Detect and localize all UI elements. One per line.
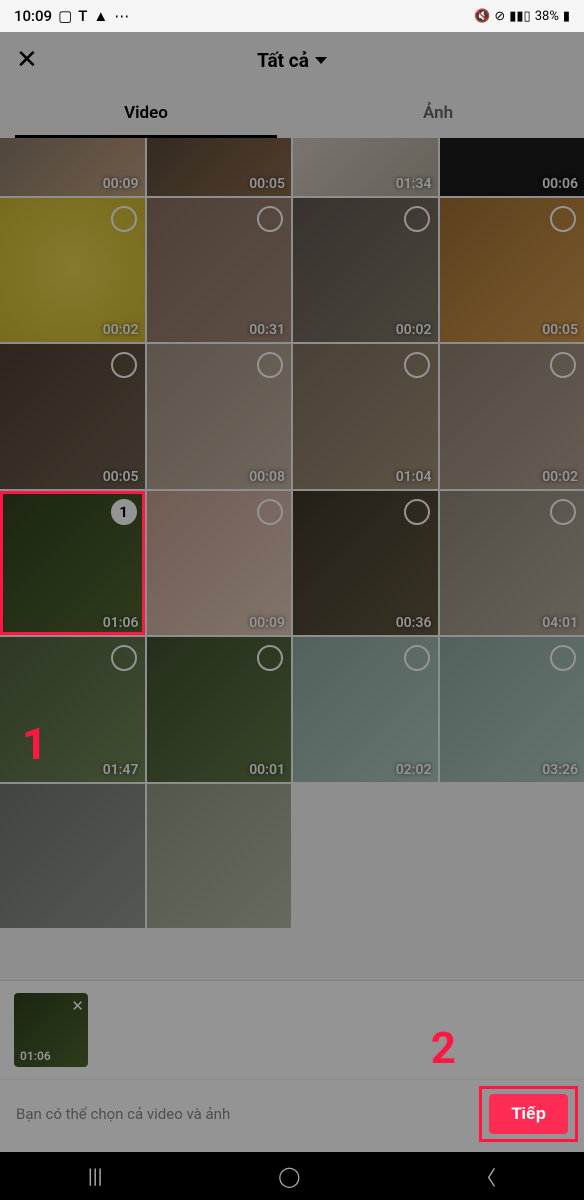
- media-tabs: Video Ảnh: [0, 88, 584, 138]
- video-thumbnail[interactable]: 01:34: [293, 138, 438, 196]
- status-time: 10:09: [14, 7, 52, 25]
- video-thumbnail[interactable]: 00:02: [0, 198, 145, 343]
- selection-badge[interactable]: 1: [111, 499, 137, 525]
- selected-thumbnail[interactable]: ✕ 01:06: [14, 993, 88, 1067]
- video-thumbnail[interactable]: 00:02: [293, 198, 438, 343]
- video-thumbnail[interactable]: 00:09: [147, 491, 292, 636]
- video-thumbnail[interactable]: 00:31: [147, 198, 292, 343]
- selected-mini-duration: 01:06: [20, 1049, 51, 1063]
- back-button[interactable]: 〈: [476, 1162, 496, 1191]
- selection-circle[interactable]: [404, 499, 430, 525]
- video-thumbnail[interactable]: 00:05: [0, 344, 145, 489]
- thumbnail-duration: 01:04: [396, 469, 432, 485]
- video-thumbnail[interactable]: 01:06 1: [0, 491, 145, 636]
- thumbnail-duration: 00:05: [249, 176, 285, 192]
- video-thumbnail[interactable]: 00:08: [147, 344, 292, 489]
- thumbnail-duration: 00:31: [249, 322, 285, 338]
- selection-circle[interactable]: [404, 645, 430, 671]
- battery-icon: ▮: [563, 9, 570, 24]
- video-thumbnail[interactable]: 00:02: [440, 344, 584, 489]
- video-thumbnail[interactable]: 01:47: [0, 637, 145, 782]
- thumbnail-duration: 00:08: [249, 469, 285, 485]
- selection-circle[interactable]: [111, 206, 137, 232]
- thumbnail-duration: 00:05: [542, 322, 578, 338]
- close-icon[interactable]: ✕: [16, 45, 38, 75]
- thumbnail-duration: 00:09: [103, 176, 139, 192]
- battery-text: 38%: [535, 9, 559, 24]
- video-thumbnail[interactable]: [147, 784, 292, 929]
- selection-circle[interactable]: [111, 645, 137, 671]
- more-icon: ⋯: [114, 7, 129, 25]
- tab-photo[interactable]: Ảnh: [292, 88, 584, 138]
- chevron-down-icon: [315, 57, 327, 64]
- next-button[interactable]: Tiếp: [489, 1094, 568, 1134]
- video-thumbnail[interactable]: [0, 784, 145, 929]
- thumbnail-duration: 00:06: [542, 176, 578, 192]
- android-nav-bar: ||| ◯ 〈: [0, 1152, 584, 1200]
- selection-circle[interactable]: [550, 499, 576, 525]
- gallery-icon: ▢: [58, 7, 72, 25]
- thumbnail-duration: 00:01: [249, 762, 285, 778]
- selection-circle[interactable]: [550, 206, 576, 232]
- video-thumbnail[interactable]: 03:26: [440, 637, 584, 782]
- picker-header: ✕ Tất cả: [0, 32, 584, 88]
- thumbnail-duration: 00:09: [249, 615, 285, 631]
- thumbnail-duration: 00:02: [542, 469, 578, 485]
- selection-circle[interactable]: [257, 206, 283, 232]
- selection-circle[interactable]: [111, 352, 137, 378]
- album-title: Tất cả: [257, 49, 309, 72]
- video-thumbnail[interactable]: 00:01: [147, 637, 292, 782]
- signal-icon: ▮▮▯: [509, 9, 530, 24]
- hint-text: Bạn có thể chọn cả video và ảnh: [16, 1105, 230, 1123]
- video-thumbnail[interactable]: 01:04: [293, 344, 438, 489]
- wifi-off-icon: ⊘: [494, 9, 505, 24]
- bottom-panel: ✕ 01:06 Bạn có thể chọn cả video và ảnh …: [0, 980, 584, 1152]
- thumbnail-duration: 02:02: [396, 762, 432, 778]
- album-selector[interactable]: Tất cả: [257, 49, 327, 72]
- thumbnail-duration: 00:05: [103, 469, 139, 485]
- selection-circle[interactable]: [550, 352, 576, 378]
- status-bar: 10:09 ▢ T ▲ ⋯ 🔇 ⊘ ▮▮▯ 38% ▮: [0, 0, 584, 32]
- selection-circle[interactable]: [257, 352, 283, 378]
- selection-circle[interactable]: [257, 645, 283, 671]
- remove-icon[interactable]: ✕: [71, 997, 84, 1015]
- selected-strip: ✕ 01:06: [0, 981, 584, 1079]
- video-thumbnail[interactable]: 02:02: [293, 637, 438, 782]
- thumbnail-duration: 00:02: [103, 322, 139, 338]
- selection-circle[interactable]: [404, 352, 430, 378]
- thumbnail-duration: 00:36: [396, 615, 432, 631]
- thumbnail-duration: 04:01: [542, 615, 578, 631]
- media-grid: 00:09 00:05 01:34 00:06 00:02 00:31 00:02 00:05…: [0, 138, 584, 928]
- tab-video[interactable]: Video: [0, 88, 292, 138]
- selection-circle[interactable]: [404, 206, 430, 232]
- warning-icon: ▲: [93, 7, 108, 25]
- thumbnail-duration: 01:34: [396, 176, 432, 192]
- mute-icon: 🔇: [474, 9, 490, 24]
- video-thumbnail[interactable]: 00:09: [0, 138, 145, 196]
- recents-button[interactable]: |||: [88, 1164, 103, 1188]
- thumbnail-duration: 01:06: [103, 615, 139, 631]
- video-thumbnail[interactable]: 00:36: [293, 491, 438, 636]
- video-thumbnail[interactable]: 00:06: [440, 138, 584, 196]
- thumbnail-duration: 00:02: [396, 322, 432, 338]
- video-thumbnail[interactable]: 00:05: [147, 138, 292, 196]
- thumbnail-duration: 03:26: [542, 762, 578, 778]
- selection-circle[interactable]: [257, 499, 283, 525]
- video-thumbnail[interactable]: 00:05: [440, 198, 584, 343]
- selection-circle[interactable]: [550, 645, 576, 671]
- thumbnail-duration: 01:47: [103, 762, 139, 778]
- home-button[interactable]: ◯: [278, 1164, 300, 1188]
- text-indicator: T: [78, 7, 87, 25]
- video-thumbnail[interactable]: 04:01: [440, 491, 584, 636]
